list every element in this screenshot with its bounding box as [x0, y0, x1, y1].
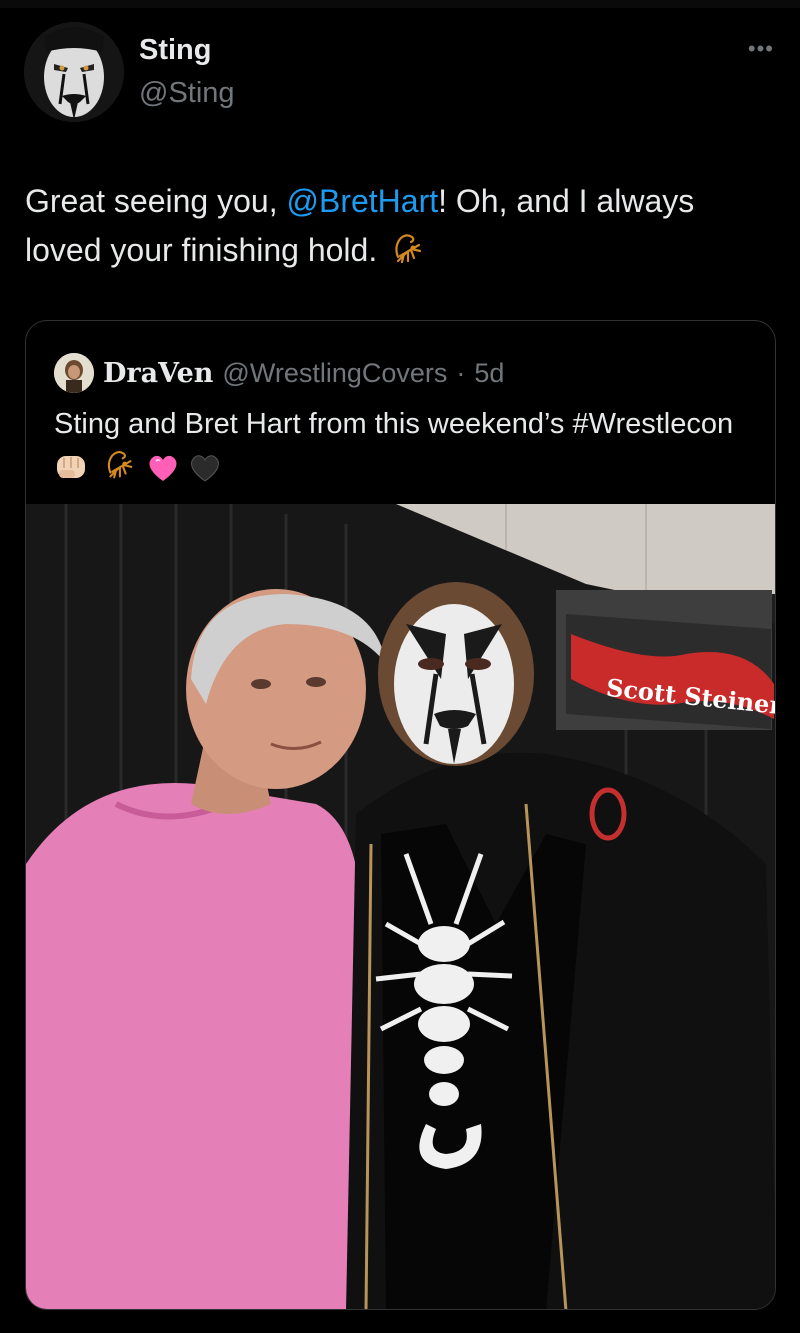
more-options-icon[interactable]: •••	[748, 36, 774, 62]
fist-emoji	[54, 450, 90, 497]
quoted-author-avatar[interactable]	[54, 353, 94, 393]
quoted-tweet-card[interactable]: DraVen @WrestlingCovers · 5d Sting and B…	[25, 320, 776, 1310]
quoted-author-handle[interactable]: @WrestlingCovers	[222, 358, 447, 389]
quoted-tweet-header: DraVen @WrestlingCovers · 5d	[54, 353, 504, 393]
quoted-text: Sting and Bret Hart from this weekend’s …	[54, 408, 734, 440]
mention-link[interactable]: @BretHart	[286, 183, 438, 219]
black-heart-emoji	[188, 452, 222, 497]
quoted-photo[interactable]: Scott Steiner	[26, 504, 775, 1309]
separator-dot: ·	[456, 357, 466, 388]
tweet-text: Great seeing you, @BretHart! Oh, and I a…	[25, 177, 765, 283]
scorpion-emoji-2	[98, 446, 138, 497]
top-strip	[0, 0, 800, 8]
scorpion-emoji	[386, 229, 426, 283]
author-name[interactable]: Sting	[139, 34, 212, 67]
quoted-time: 5d	[474, 357, 505, 388]
author-avatar[interactable]	[24, 22, 124, 122]
pink-heart-emoji	[146, 452, 180, 497]
author-handle[interactable]: @Sting	[139, 77, 235, 110]
tweet-text-before: Great seeing you,	[25, 183, 287, 219]
quoted-author-name[interactable]: DraVen	[103, 358, 213, 389]
quoted-tweet-text: Sting and Bret Hart from this weekend’s …	[54, 403, 754, 497]
